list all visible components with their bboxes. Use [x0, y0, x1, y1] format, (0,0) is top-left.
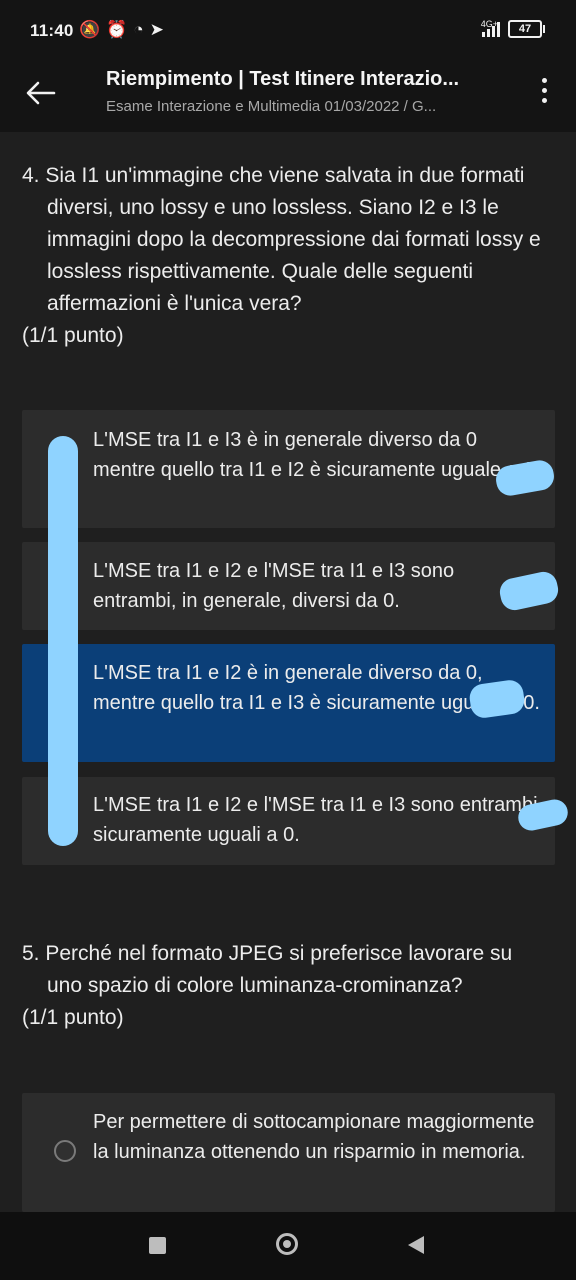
alarm-icon: ⏰: [106, 20, 128, 39]
page-subtitle: Esame Interazione e Multimedia 01/03/202…: [106, 98, 437, 115]
status-time: 11:40: [30, 21, 74, 40]
battery-icon: 47: [508, 20, 545, 38]
telegram-icon: ➤: [149, 20, 164, 39]
square-icon[interactable]: [149, 1237, 166, 1254]
circle-icon[interactable]: [276, 1233, 298, 1255]
answer-option-label: L'MSE tra I1 e I2 e l'MSE tra I1 e I3 so…: [93, 794, 538, 846]
more-vertical-icon[interactable]: [540, 78, 548, 106]
page-title: Riempimento | Test Itinere Interazio...: [106, 68, 460, 90]
status-bar: 11:40 🔕 ⏰ ◔ ➤ 4G+ 47: [0, 0, 576, 64]
status-notification-icons: 🔕 ⏰ ◔ ➤: [79, 20, 164, 40]
question-text: 5. Perché nel formato JPEG si preferisce…: [22, 942, 513, 997]
radio-button[interactable]: [54, 1140, 76, 1162]
navigation-bar: [0, 1212, 576, 1280]
app-bar: Riempimento | Test Itinere Interazio... …: [0, 64, 576, 132]
answer-option-2[interactable]: L'MSE tra I1 e I2 e l'MSE tra I1 e I3 so…: [22, 542, 555, 630]
answer-option-5-1[interactable]: Per permettere di sottocampionare maggio…: [22, 1093, 555, 1212]
question-points: (1/1 punto): [22, 324, 124, 347]
answer-option-4[interactable]: L'MSE tra I1 e I2 e l'MSE tra I1 e I3 so…: [22, 777, 555, 865]
question-4: 4. Sia I1 un'immagine che viene salvata …: [22, 160, 542, 352]
signal-icon: [482, 21, 500, 37]
arrow-left-icon[interactable]: [24, 76, 58, 110]
question-points: (1/1 punto): [22, 1006, 124, 1029]
question-5: 5. Perché nel formato JPEG si preferisce…: [22, 938, 542, 1034]
answer-option-label: L'MSE tra I1 e I2 e l'MSE tra I1 e I3 so…: [93, 560, 455, 612]
highlight-mark: [48, 436, 78, 846]
question-text: 4. Sia I1 un'immagine che viene salvata …: [22, 164, 541, 315]
answer-option-label: Per permettere di sottocampionare maggio…: [93, 1111, 535, 1163]
answer-option-1[interactable]: L'MSE tra I1 e I3 è in generale diverso …: [22, 410, 555, 528]
triangle-back-icon[interactable]: [408, 1236, 424, 1254]
answer-option-label: L'MSE tra I1 e I3 è in generale diverso …: [93, 429, 540, 481]
whatsapp-icon: ◔: [133, 20, 144, 39]
status-system-icons: 47: [482, 20, 545, 38]
mute-icon: 🔕: [79, 20, 101, 39]
